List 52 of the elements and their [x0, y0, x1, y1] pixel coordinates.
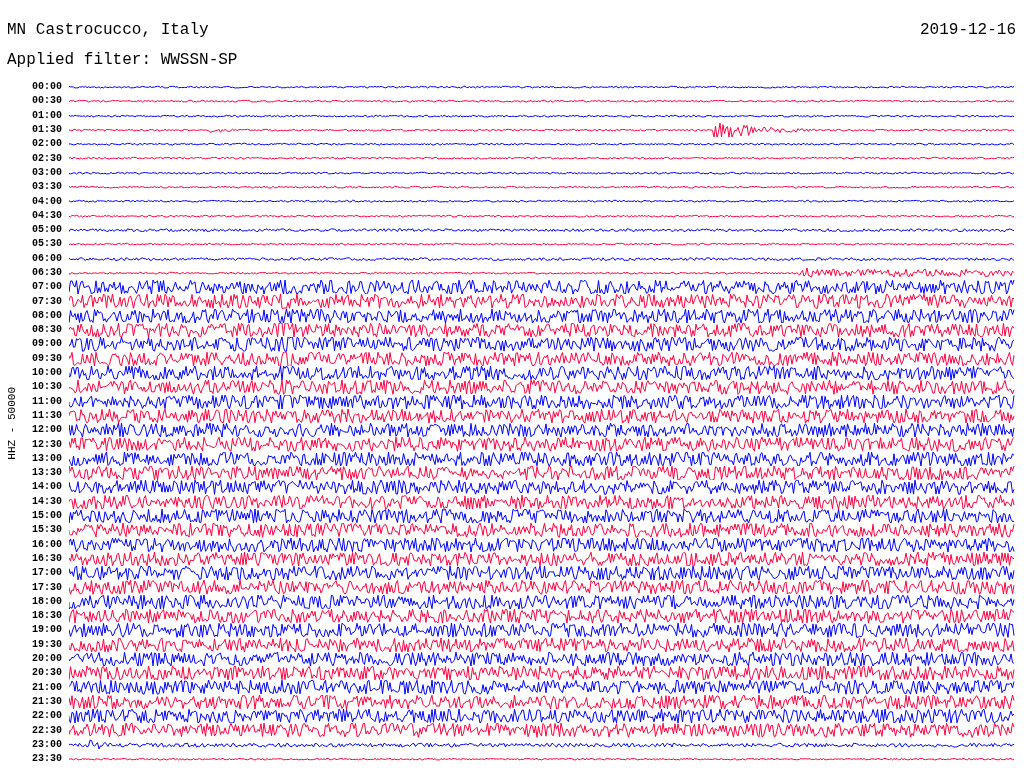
time-label: 15:00: [31, 511, 62, 522]
time-label: 01:30: [31, 125, 62, 136]
time-label: 13:00: [31, 453, 62, 464]
time-label: 05:30: [31, 239, 62, 250]
time-label: 19:00: [31, 625, 62, 636]
time-label: 19:30: [31, 639, 62, 650]
time-label: 08:00: [31, 310, 62, 321]
time-label: 17:30: [31, 582, 62, 593]
time-label: 06:00: [31, 253, 62, 264]
plot-date: 2019-12-16: [920, 20, 1016, 41]
time-label: 15:30: [31, 525, 62, 536]
time-label: 12:30: [31, 439, 62, 450]
time-label: 11:00: [31, 396, 62, 407]
time-label: 22:00: [31, 711, 62, 722]
time-label: 06:30: [31, 268, 62, 278]
time-label: 12:00: [31, 425, 62, 436]
filter-label: Applied filter: WWSSN-SP: [7, 50, 238, 71]
time-label: 08:30: [31, 325, 62, 336]
time-label: 14:00: [31, 482, 62, 493]
time-label: 10:30: [31, 382, 62, 393]
time-label: 11:30: [31, 410, 62, 421]
time-label: 09:30: [31, 353, 62, 364]
time-label: 03:00: [31, 167, 62, 178]
channel-scale-label: HHZ - 50000: [6, 386, 18, 460]
time-label: 18:00: [31, 596, 62, 607]
time-label: 23:00: [31, 739, 62, 750]
station-name: MN Castrocucco, Italy: [7, 20, 209, 41]
time-label: 00:00: [31, 82, 62, 93]
time-label: 13:30: [31, 468, 62, 479]
time-label: 20:30: [31, 668, 62, 679]
time-label: 16:30: [31, 553, 62, 564]
time-label: 02:30: [31, 153, 62, 164]
time-label: 21:30: [31, 696, 62, 707]
time-label: 23:30: [31, 754, 62, 765]
time-label: 14:30: [31, 496, 62, 507]
time-label: 18:30: [31, 611, 62, 622]
time-label: 03:30: [31, 182, 62, 193]
time-label: 07:30: [31, 296, 62, 307]
time-label: 01:00: [31, 110, 62, 121]
time-label: 04:00: [31, 196, 62, 207]
time-label: 22:30: [31, 725, 62, 736]
time-label: 04:30: [31, 210, 62, 221]
time-label: 10:00: [31, 368, 62, 379]
time-label: 20:00: [31, 654, 62, 664]
time-label: 16:00: [31, 539, 62, 550]
time-label: 00:30: [31, 96, 62, 107]
time-label: 17:00: [31, 568, 62, 579]
time-label: 09:00: [31, 339, 62, 350]
time-label: 21:00: [31, 682, 62, 693]
time-label: 07:00: [31, 282, 62, 293]
time-label: 02:00: [31, 139, 62, 150]
time-label: 05:00: [31, 225, 62, 236]
